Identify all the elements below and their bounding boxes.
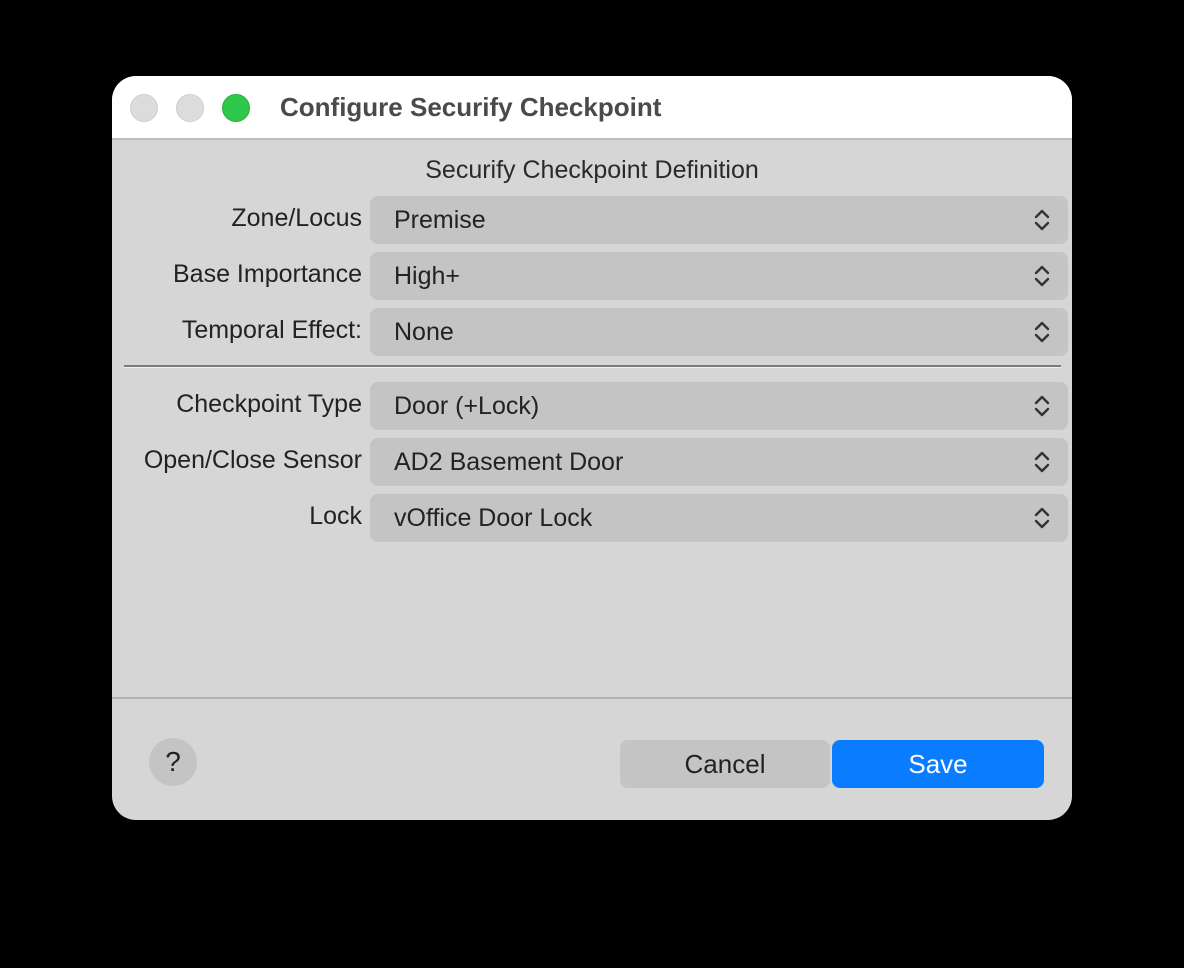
lock-value: vOffice Door Lock <box>394 504 593 532</box>
lock-label: Lock <box>309 502 362 530</box>
minimize-window-button[interactable] <box>176 94 204 122</box>
temporal-effect-popup[interactable]: None <box>370 308 1068 356</box>
footer-divider <box>112 697 1072 699</box>
dialog-window: Configure Securify Checkpoint Securify C… <box>112 76 1072 820</box>
chevron-up-down-icon <box>1034 451 1050 473</box>
section-heading: Securify Checkpoint Definition <box>425 156 759 184</box>
base-importance-label: Base Importance <box>173 260 362 288</box>
chevron-up-down-icon <box>1034 507 1050 529</box>
zone-locus-value: Premise <box>394 206 486 234</box>
checkpoint-type-value: Door (+Lock) <box>394 392 540 420</box>
title-bar[interactable]: Configure Securify Checkpoint <box>112 76 1072 140</box>
chevron-up-down-icon <box>1034 265 1050 287</box>
help-button[interactable]: ? <box>149 738 197 786</box>
temporal-effect-label: Temporal Effect: <box>181 316 362 344</box>
zone-locus-label: Zone/Locus <box>231 204 362 232</box>
checkpoint-type-label: Checkpoint Type <box>176 390 362 418</box>
chevron-up-down-icon <box>1034 321 1050 343</box>
base-importance-value: High+ <box>394 262 461 290</box>
open-close-sensor-value: AD2 Basement Door <box>394 448 624 476</box>
zoom-window-button[interactable] <box>222 94 250 122</box>
window-title: Configure Securify Checkpoint <box>280 92 662 122</box>
base-importance-popup[interactable]: High+ <box>370 252 1068 300</box>
save-button[interactable]: Save <box>832 740 1044 788</box>
cancel-button[interactable]: Cancel <box>620 740 830 788</box>
temporal-effect-value: None <box>394 318 454 346</box>
lock-popup[interactable]: vOffice Door Lock <box>370 494 1068 542</box>
close-window-button[interactable] <box>130 94 158 122</box>
open-close-sensor-label: Open/Close Sensor <box>143 446 362 474</box>
open-close-sensor-popup[interactable]: AD2 Basement Door <box>370 438 1068 486</box>
chevron-up-down-icon <box>1034 395 1050 417</box>
chevron-up-down-icon <box>1034 209 1050 231</box>
zone-locus-popup[interactable]: Premise <box>370 196 1068 244</box>
checkpoint-type-popup[interactable]: Door (+Lock) <box>370 382 1068 430</box>
section-divider <box>124 365 1061 368</box>
